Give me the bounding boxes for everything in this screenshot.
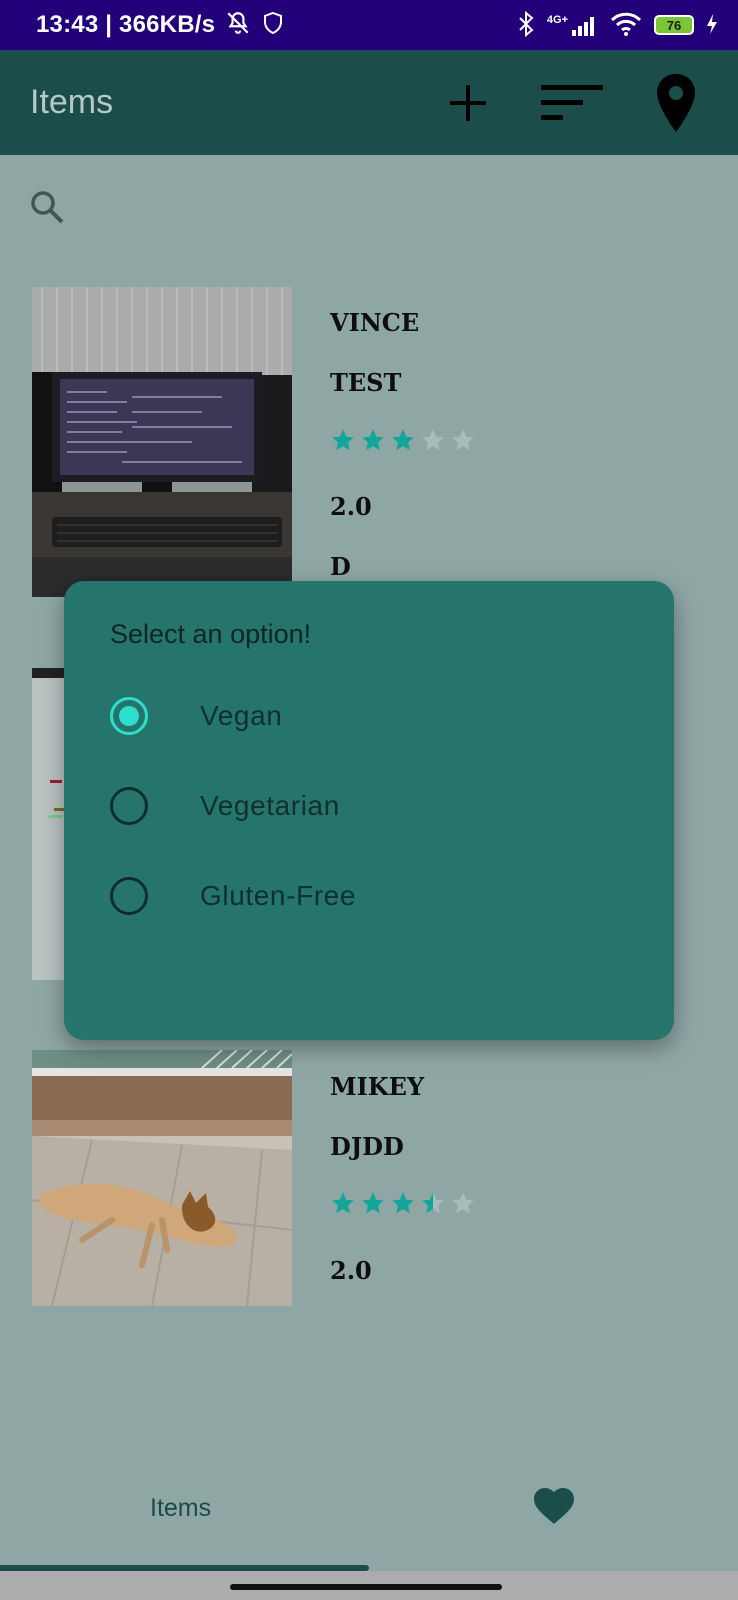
item-image [32, 1050, 292, 1306]
network-type: 4G+ [546, 14, 568, 26]
heart-icon[interactable] [530, 1482, 578, 1530]
search-icon[interactable] [28, 191, 68, 232]
item-extra: D [330, 552, 351, 581]
battery-level: 76 [666, 17, 682, 33]
app-bar: Items [0, 50, 738, 155]
option-vegan[interactable]: Vegan [110, 697, 282, 735]
search-button[interactable] [28, 188, 68, 232]
option-label: Vegetarian [200, 790, 340, 821]
bluetooth-icon [517, 10, 535, 40]
star-empty-icon [420, 427, 446, 457]
options-dialog: Select an option! Vegan Vegetarian Glute… [64, 581, 674, 1040]
item-subtitle: DJDD [330, 1132, 404, 1161]
item-name: MIKEY [330, 1072, 425, 1101]
option-gluten-free[interactable]: Gluten-Free [110, 877, 356, 915]
bottom-navigation: Items [0, 1470, 738, 1550]
location-pin-icon[interactable] [644, 71, 708, 135]
option-label: Vegan [200, 700, 283, 731]
mute-icon [225, 10, 251, 41]
rating-stars [330, 1190, 476, 1220]
status-time-speed: 13:43 | 366KB/s [36, 11, 216, 38]
star-icon [360, 1190, 386, 1220]
radio-button[interactable] [110, 787, 148, 825]
nav-items-tab[interactable]: Items [150, 1494, 211, 1523]
item-value: 2.0 [330, 1256, 372, 1285]
charging-icon [706, 13, 718, 38]
signal-icon: 4G+ [547, 14, 598, 36]
status-bar: 13:43 | 366KB/s 4G+ 76 [0, 0, 738, 50]
star-icon [330, 427, 356, 457]
option-label: Gluten-Free [200, 880, 356, 911]
page-title: Items [30, 83, 114, 121]
star-empty-icon [450, 1190, 476, 1220]
star-icon [390, 427, 416, 457]
shield-icon [261, 11, 285, 40]
rating-stars [330, 427, 476, 457]
star-icon [330, 1190, 356, 1220]
dialog-title: Select an option! [110, 619, 312, 649]
item-subtitle: TEST [330, 368, 402, 397]
sort-icon[interactable] [540, 71, 604, 135]
star-icon [360, 427, 386, 457]
item-value: 2.0 [330, 492, 372, 521]
add-icon[interactable] [436, 71, 500, 135]
battery-icon: 76 [654, 15, 694, 35]
item-name: VINCE [330, 308, 420, 337]
radio-button[interactable] [110, 877, 148, 915]
radio-button[interactable] [110, 697, 148, 735]
star-empty-icon [450, 427, 476, 457]
item-image [32, 287, 292, 597]
home-gesture-handle[interactable] [230, 1584, 502, 1590]
star-half-icon [420, 1190, 446, 1220]
star-icon [390, 1190, 416, 1220]
option-vegetarian[interactable]: Vegetarian [110, 787, 340, 825]
wifi-icon [610, 12, 642, 39]
